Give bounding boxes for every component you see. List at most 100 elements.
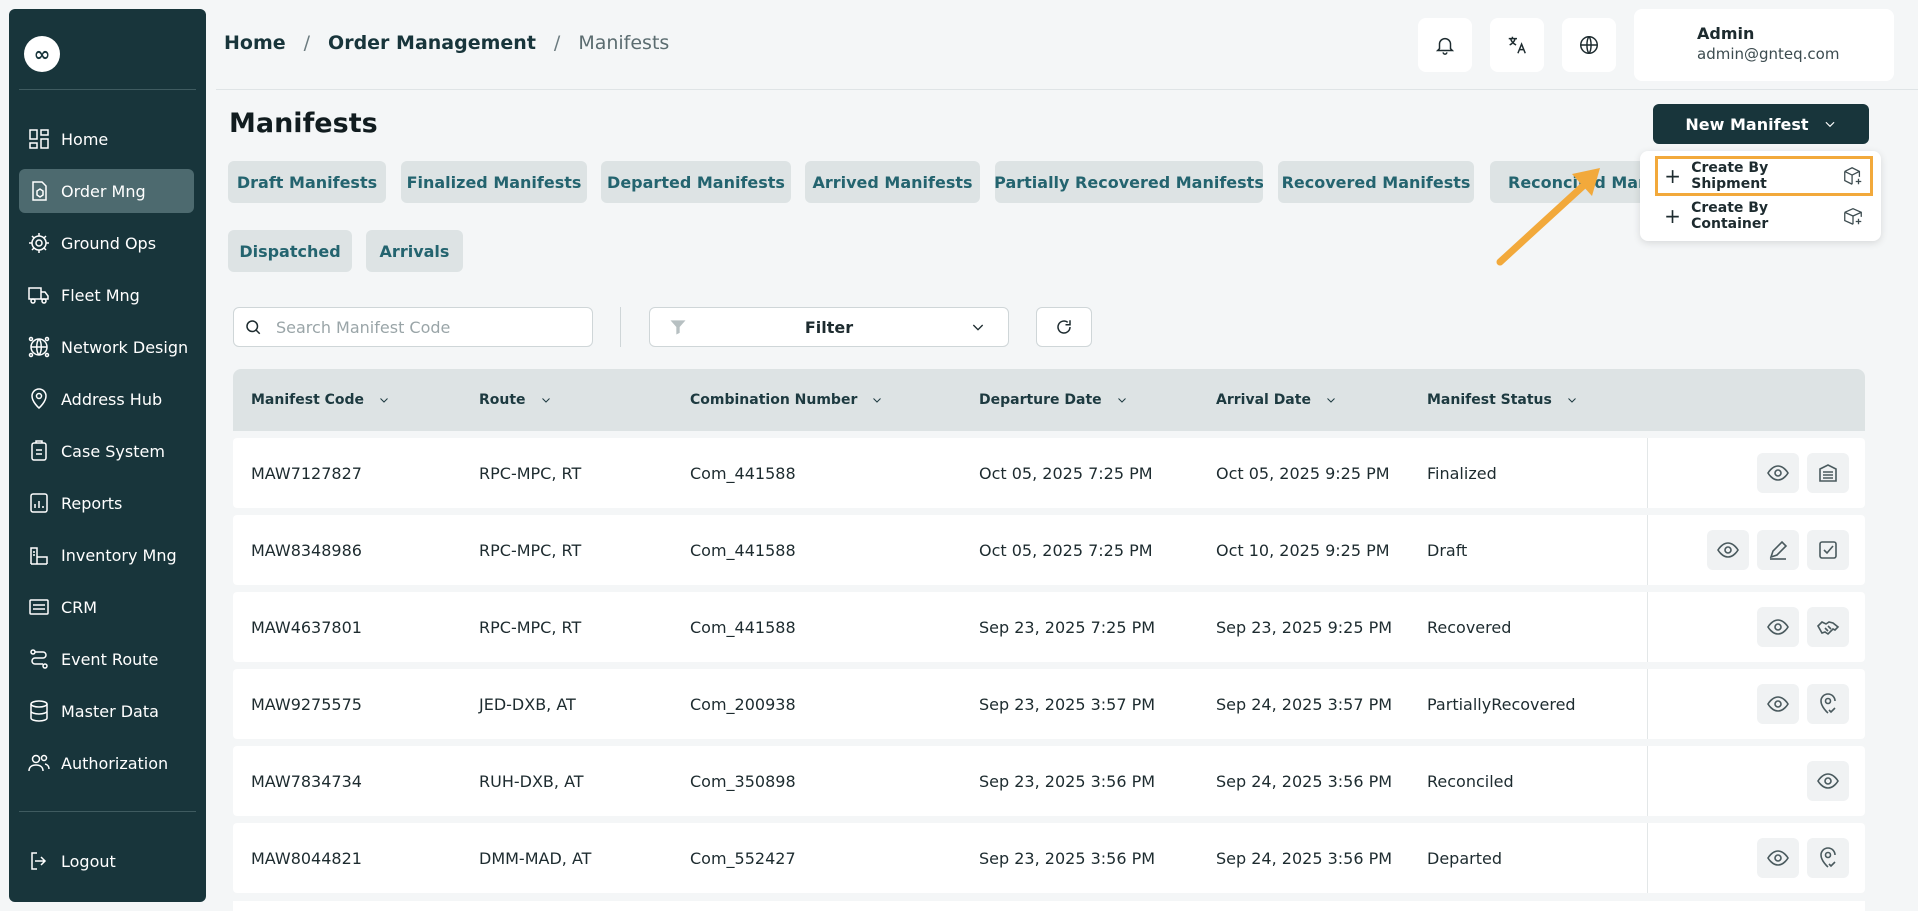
sidebar-item-case-system[interactable]: Case System: [19, 429, 194, 473]
cell-departure-date: Sep 23, 2025 3:57 PM: [979, 694, 1156, 714]
sidebar-item-address-hub[interactable]: Address Hub: [19, 377, 194, 421]
filter-label: Filter: [804, 317, 854, 337]
table-row[interactable]: MAW7834734 RUH-DXB, AT Com_350898 Sep 23…: [233, 746, 1865, 816]
view-button[interactable]: [1757, 838, 1799, 878]
tab-draft-manifests[interactable]: Draft Manifests: [228, 161, 386, 203]
box-add-icon: [1842, 165, 1864, 187]
view-button[interactable]: [1757, 684, 1799, 724]
user-email: admin@gnteq.com: [1697, 45, 1840, 63]
order-icon: [25, 177, 53, 205]
truck-icon: [25, 281, 53, 309]
sort-chevron-icon: [380, 398, 388, 403]
sort-chevron-icon: [1327, 398, 1335, 403]
column-label: Manifest Code: [251, 392, 365, 408]
pencil-icon: [1769, 540, 1788, 560]
tab-arrived-manifests[interactable]: Arrived Manifests: [805, 161, 980, 203]
tab-partially-recovered-manifests[interactable]: Partially Recovered Manifests: [995, 161, 1263, 203]
column-header-manifest-code[interactable]: Manifest Code: [251, 369, 390, 431]
tab-arrivals[interactable]: Arrivals: [366, 230, 463, 272]
column-header-departure-date[interactable]: Departure Date: [979, 369, 1128, 431]
view-button[interactable]: [1807, 761, 1849, 801]
column-header-arrival-date[interactable]: Arrival Date: [1216, 369, 1337, 431]
column-header-manifest-status[interactable]: Manifest Status: [1427, 369, 1578, 431]
table-row[interactable]: MAW4637801 RPC-MPC, RT Com_441588 Sep 23…: [233, 592, 1865, 662]
sidebar-item-master-data[interactable]: Master Data: [19, 689, 194, 733]
search-input[interactable]: [276, 317, 576, 337]
sidebar-item-crm[interactable]: CRM: [19, 585, 194, 629]
table-row[interactable]: MAW9275575 JED-DXB, AT Com_200938 Sep 23…: [233, 669, 1865, 739]
sidebar-item-event-route[interactable]: Event Route: [19, 637, 194, 681]
view-button[interactable]: [1707, 530, 1749, 570]
cell-manifest-status: PartiallyRecovered: [1427, 694, 1576, 714]
language-button[interactable]: [1562, 18, 1616, 72]
eye-icon: [1817, 773, 1839, 789]
actions-divider: [1647, 515, 1648, 585]
reconcile-button[interactable]: [1807, 607, 1849, 647]
column-header-route[interactable]: Route: [479, 369, 552, 431]
table-row[interactable]: MAW7127827 RPC-MPC, RT Com_441588 Oct 05…: [233, 438, 1865, 508]
sidebar-item-network-design[interactable]: Network Design: [19, 325, 194, 369]
row-actions: [1707, 530, 1849, 570]
sidebar-item-label: Ground Ops: [61, 233, 157, 253]
table-row[interactable]: MAW8348986 RPC-MPC, RT Com_441588 Oct 05…: [233, 515, 1865, 585]
finalize-button[interactable]: [1807, 530, 1849, 570]
arrive-button[interactable]: [1807, 838, 1849, 878]
recover-button[interactable]: [1807, 684, 1849, 724]
cell-manifest-code: MAW9275575: [251, 694, 362, 714]
breadcrumb: Home / Order Management / Manifests: [224, 32, 669, 54]
cell-departure-date: Sep 23, 2025 3:56 PM: [979, 771, 1156, 791]
menu-item-label: Create By Container: [1691, 200, 1769, 232]
search-box: [233, 307, 593, 347]
app-logo[interactable]: ∞: [24, 36, 60, 72]
sidebar-item-label: Reports: [61, 493, 123, 513]
toolbar-divider: [620, 307, 621, 347]
logout-icon: [25, 847, 53, 875]
refresh-button[interactable]: [1036, 307, 1092, 347]
cell-route: RPC-MPC, RT: [479, 617, 582, 637]
view-button[interactable]: [1757, 453, 1799, 493]
sidebar-item-fleet-mng[interactable]: Fleet Mng: [19, 273, 194, 317]
menu-item-create-by-shipment[interactable]: + Create By Shipment: [1655, 156, 1873, 196]
notifications-button[interactable]: [1418, 18, 1472, 72]
sort-chevron-icon: [873, 398, 882, 403]
depart-button[interactable]: [1807, 453, 1849, 493]
table-row-partial: [233, 901, 1865, 911]
cell-manifest-status: Departed: [1427, 848, 1502, 868]
actions-divider: [1647, 823, 1648, 893]
sidebar-item-ground-ops[interactable]: Ground Ops: [19, 221, 194, 265]
tab-departed-manifests[interactable]: Departed Manifests: [601, 161, 791, 203]
tab-finalized-manifests[interactable]: Finalized Manifests: [401, 161, 587, 203]
reports-icon: [25, 489, 53, 517]
column-label: Manifest Status: [1427, 392, 1552, 408]
eye-icon: [1717, 542, 1739, 558]
sort-chevron-icon: [541, 398, 550, 403]
column-header-combination-number[interactable]: Combination Number: [690, 369, 883, 431]
sidebar-item-reports[interactable]: Reports: [19, 481, 194, 525]
edit-button[interactable]: [1757, 530, 1799, 570]
cell-manifest-code: MAW8044821: [251, 848, 362, 868]
filter-dropdown[interactable]: Filter: [649, 307, 1009, 347]
user-profile[interactable]: Admin admin@gnteq.com: [1634, 9, 1894, 81]
sidebar-item-label: Case System: [61, 441, 165, 461]
translate-button[interactable]: [1490, 18, 1544, 72]
tab-recovered-manifests[interactable]: Recovered Manifests: [1278, 161, 1474, 203]
logout-button[interactable]: Logout: [19, 839, 194, 883]
sidebar-item-label: Fleet Mng: [61, 285, 140, 305]
sidebar-item-home[interactable]: Home: [19, 117, 194, 161]
breadcrumb-separator: /: [553, 32, 561, 54]
cell-manifest-status: Recovered: [1427, 617, 1512, 637]
breadcrumb-order-management[interactable]: Order Management: [328, 32, 536, 54]
sidebar-divider: [19, 811, 196, 812]
sidebar-item-order-mng[interactable]: Order Mng: [19, 169, 194, 213]
new-manifest-button[interactable]: New Manifest: [1653, 104, 1869, 144]
breadcrumb-home[interactable]: Home: [224, 32, 286, 54]
sidebar-item-inventory-mng[interactable]: Inventory Mng: [19, 533, 194, 577]
cell-manifest-status: Draft: [1427, 540, 1468, 560]
table-row[interactable]: MAW8044821 DMM-MAD, AT Com_552427 Sep 23…: [233, 823, 1865, 893]
users-icon: [25, 749, 53, 777]
tab-dispatched[interactable]: Dispatched: [228, 230, 352, 272]
sidebar-item-authorization[interactable]: Authorization: [19, 741, 194, 785]
row-actions: [1757, 684, 1849, 724]
view-button[interactable]: [1757, 607, 1799, 647]
menu-item-create-by-container[interactable]: + Create By Container: [1658, 199, 1870, 233]
